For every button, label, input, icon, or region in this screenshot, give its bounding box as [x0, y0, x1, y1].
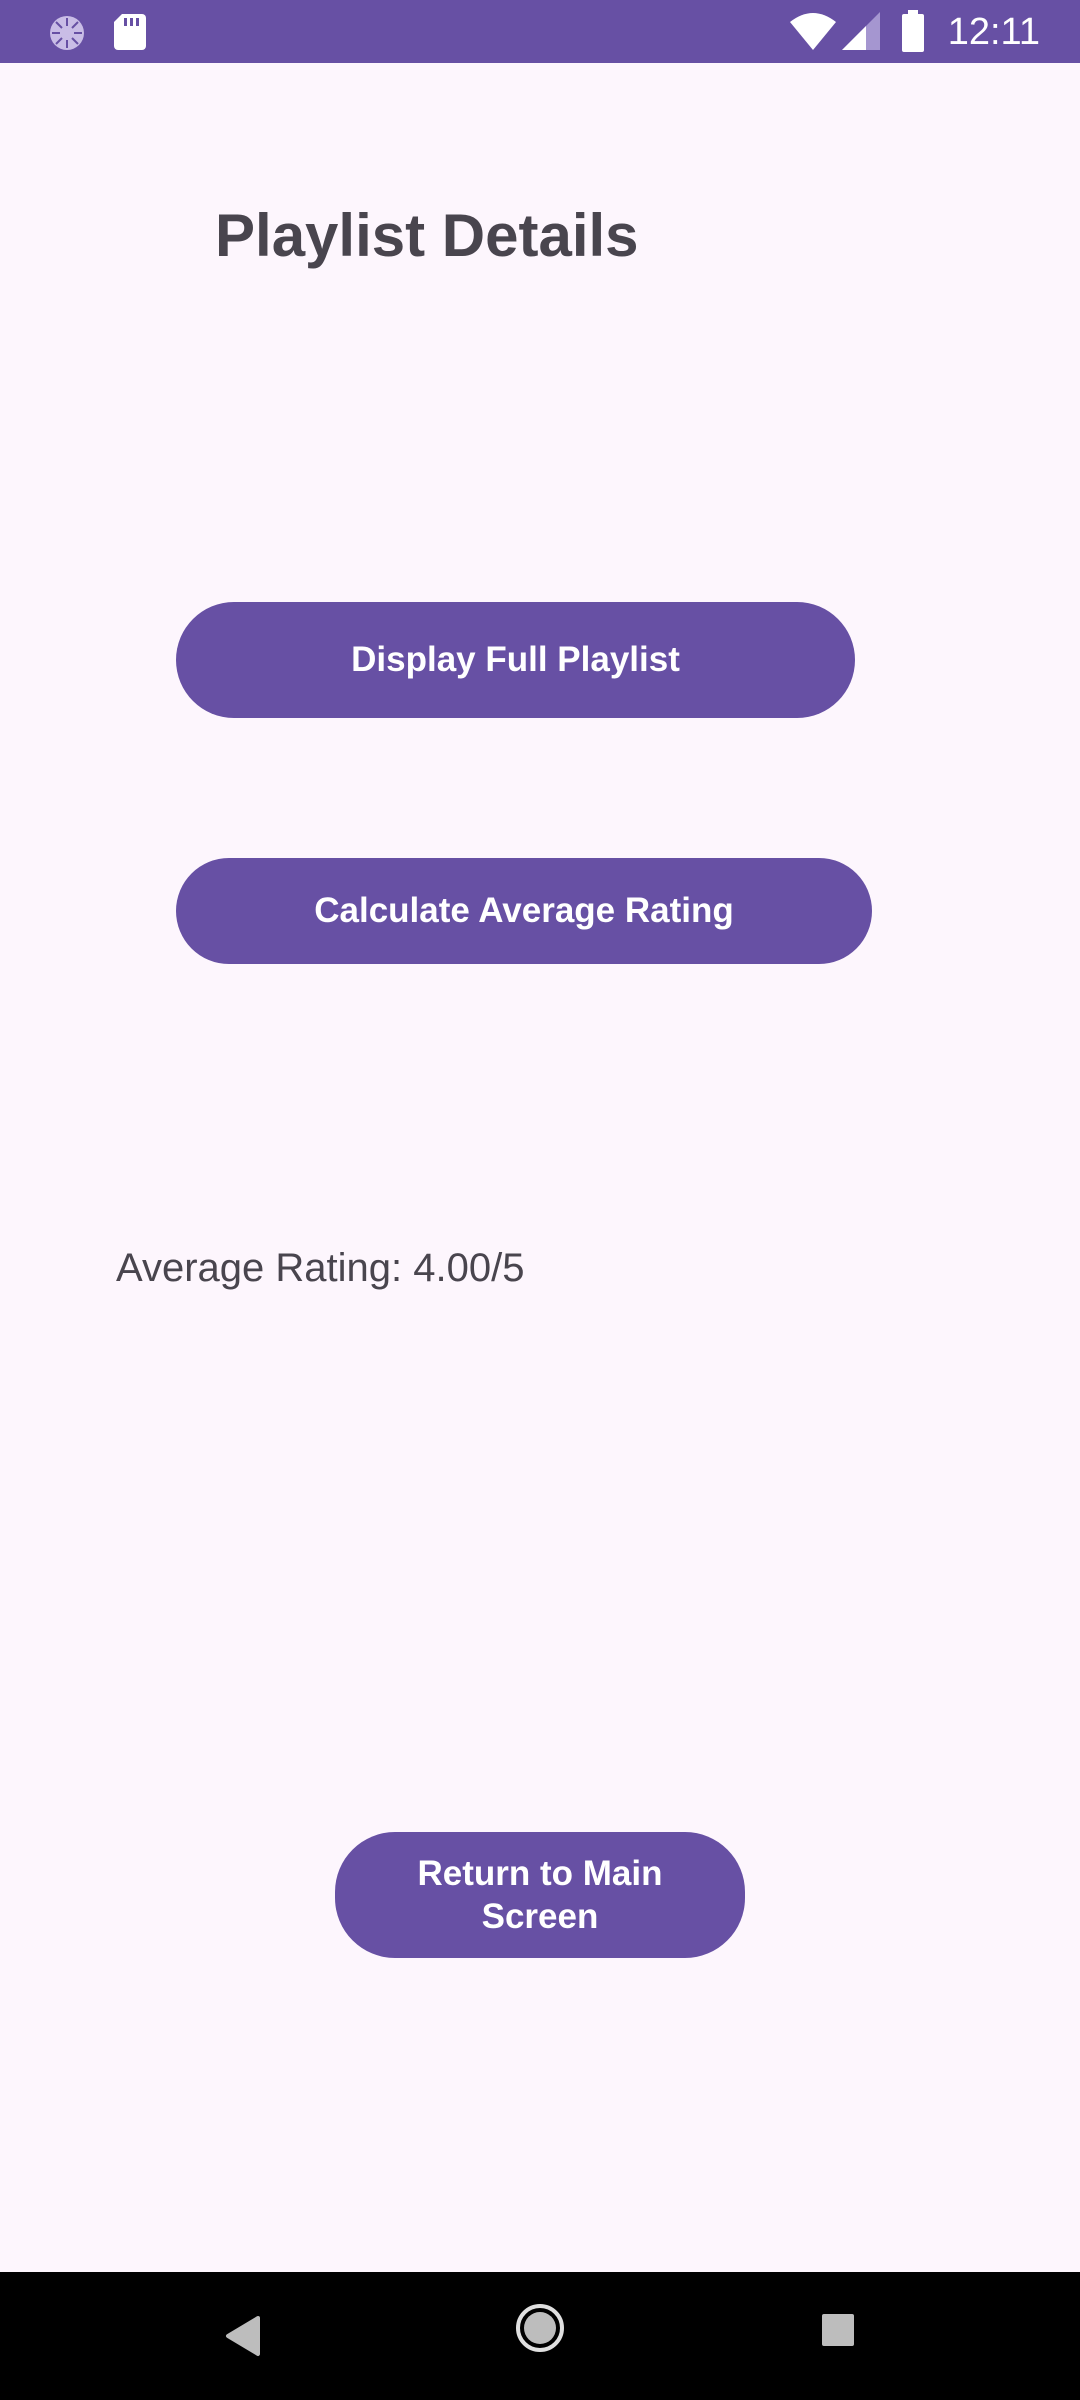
- battery-icon: [902, 10, 924, 57]
- wifi-icon: [790, 12, 836, 55]
- calculate-average-rating-button[interactable]: Calculate Average Rating: [176, 858, 872, 964]
- back-icon[interactable]: [222, 2308, 262, 2369]
- recents-icon[interactable]: [820, 2312, 856, 2353]
- return-to-main-button[interactable]: Return to Main Screen: [335, 1832, 745, 1958]
- average-rating-text: Average Rating: 4.00/5: [116, 1246, 525, 1290]
- status-time: 12:11: [947, 11, 1040, 53]
- display-full-playlist-button[interactable]: Display Full Playlist: [176, 602, 855, 718]
- screen: 12:11 Playlist Details Display Full Play…: [0, 0, 1080, 2400]
- page-title: Playlist Details: [215, 202, 639, 269]
- home-icon[interactable]: [514, 2302, 566, 2359]
- cellular-signal-icon: [842, 12, 880, 55]
- sd-card-icon: [114, 14, 146, 55]
- loading-icon: [48, 14, 86, 57]
- navigation-bar: [0, 2272, 1080, 2400]
- status-bar: 12:11: [0, 0, 1080, 63]
